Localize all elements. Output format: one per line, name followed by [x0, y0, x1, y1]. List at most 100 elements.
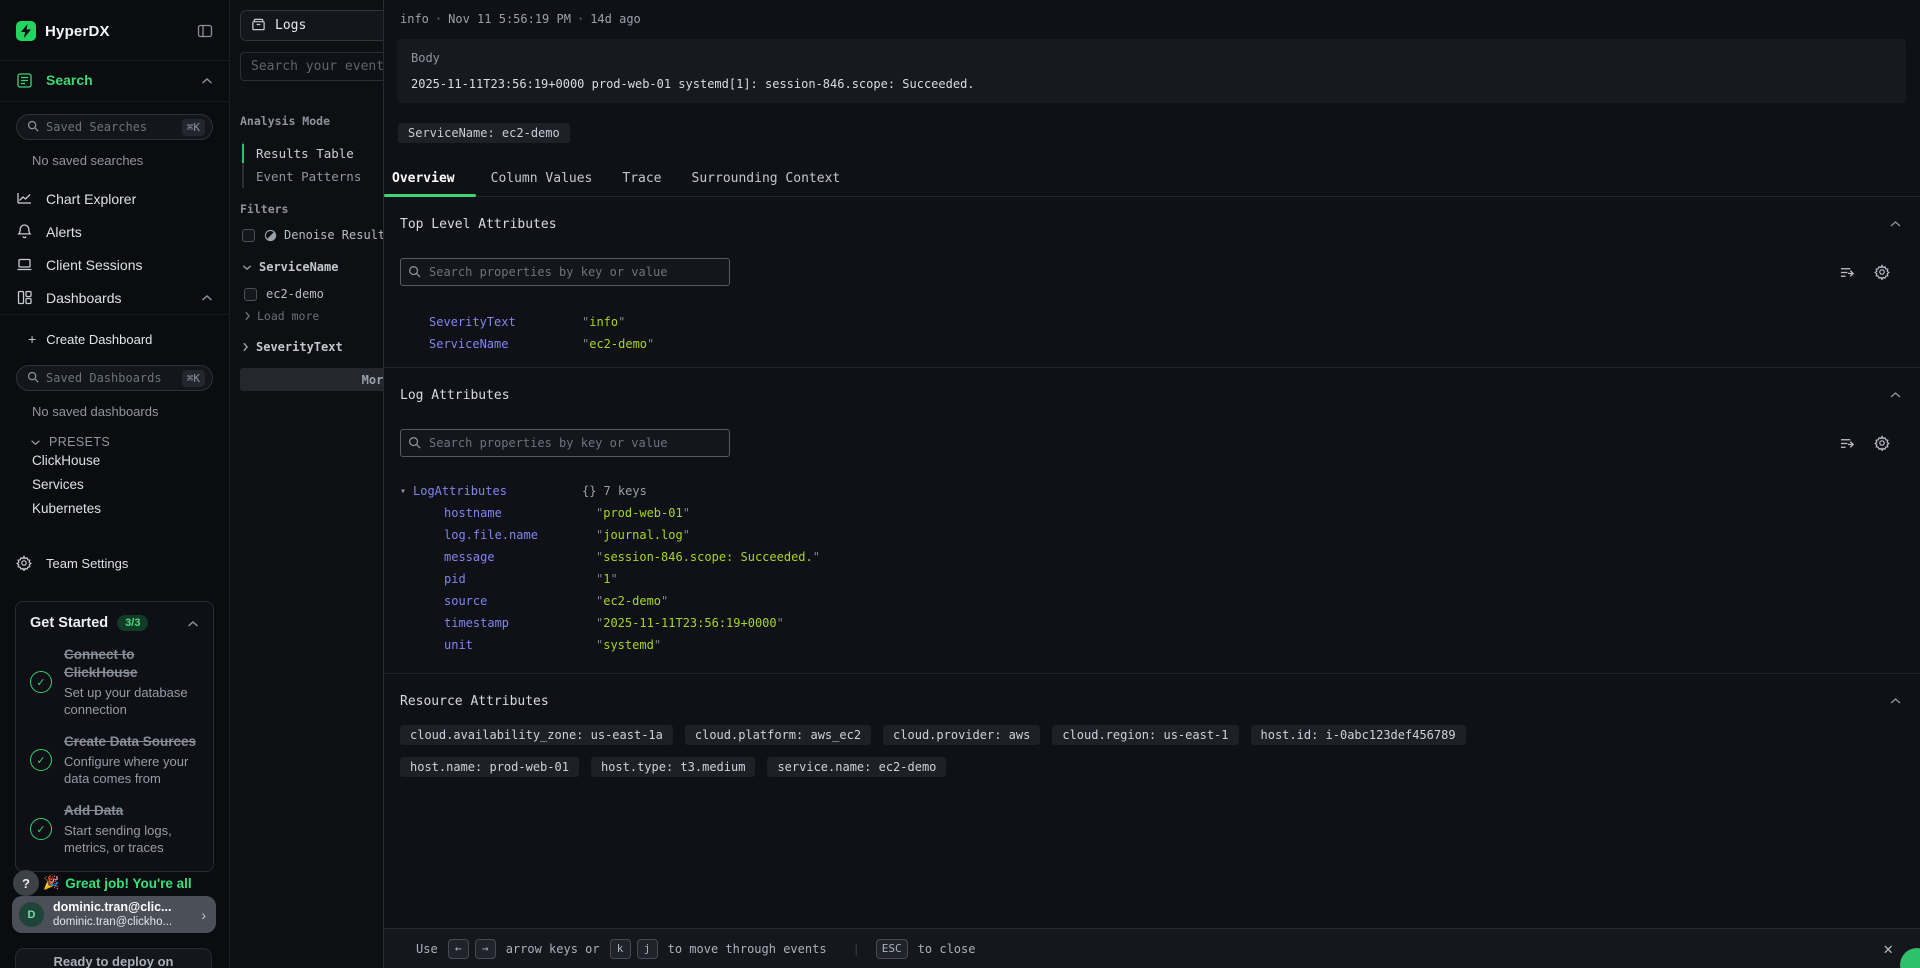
drawer-tabs: Overview Column Values Trace Surrounding…	[384, 163, 1920, 197]
preset-services[interactable]: Services	[0, 473, 229, 497]
sidebar-collapse-icon[interactable]	[197, 23, 213, 39]
gear-icon[interactable]	[1874, 264, 1890, 280]
chevron-up-icon[interactable]	[187, 616, 199, 631]
attribute-key[interactable]: ServiceName	[429, 337, 582, 351]
resource-chip[interactable]: host.id: i-0abc123def456789	[1251, 725, 1466, 745]
properties-search-input[interactable]	[400, 429, 730, 457]
search-icon	[27, 120, 39, 135]
sidebar-nav: Chart Explorer Alerts Client Sessions Da…	[0, 182, 229, 314]
tab-column-values[interactable]: Column Values	[476, 163, 608, 196]
attribute-key[interactable]: unit	[444, 638, 596, 652]
mode-results-table[interactable]: Results Table	[244, 142, 361, 165]
filter-lines-icon[interactable]	[1839, 436, 1856, 451]
mode-event-patterns[interactable]: Event Patterns	[244, 165, 361, 188]
sidebar-item-chart-explorer[interactable]: Chart Explorer	[0, 182, 229, 215]
chevron-up-icon[interactable]	[1889, 388, 1902, 403]
bell-icon	[16, 223, 34, 240]
denoise-filter[interactable]: Denoise Results	[242, 228, 392, 242]
arrow-left-key[interactable]: ←	[448, 939, 469, 959]
footer-divider: |	[853, 942, 860, 956]
get-started-item-title: Add Data	[64, 803, 123, 818]
divider	[384, 673, 1920, 674]
attribute-key[interactable]: SeverityText	[429, 315, 582, 329]
divider	[384, 367, 1920, 368]
get-started-item[interactable]: ✓ Connect to ClickHouse Set up your data…	[30, 646, 199, 718]
k-key[interactable]: k	[610, 939, 631, 959]
section-title: Log Attributes	[400, 388, 510, 403]
load-more-button[interactable]: Load more	[244, 309, 319, 323]
laptop-icon	[16, 256, 34, 273]
attribute-value[interactable]: ec2-demo	[603, 594, 661, 608]
attribute-value[interactable]: prod-web-01	[603, 506, 682, 520]
sidebar-item-dashboards[interactable]: Dashboards	[0, 281, 229, 314]
preset-kubernetes[interactable]: Kubernetes	[0, 497, 229, 521]
keys-count: 7 keys	[603, 484, 646, 498]
attribute-key[interactable]: log.file.name	[444, 528, 596, 542]
resource-chip[interactable]: cloud.region: us-east-1	[1052, 725, 1238, 745]
sidebar-item-client-sessions[interactable]: Client Sessions	[0, 248, 229, 281]
saved-searches-input[interactable]: Saved Searches ⌘K	[16, 114, 213, 140]
no-saved-searches-text: No saved searches	[32, 153, 213, 168]
attribute-value[interactable]: journal.log	[603, 528, 682, 542]
attribute-value[interactable]: systemd	[603, 638, 654, 652]
get-started-item[interactable]: ✓ Create Data Sources Configure where yo…	[30, 733, 199, 787]
resource-chip[interactable]: host.name: prod-web-01	[400, 757, 579, 777]
tab-overview[interactable]: Overview	[384, 163, 476, 196]
servicename-tag[interactable]: ServiceName: ec2-demo	[398, 123, 570, 143]
esc-key[interactable]: ESC	[876, 939, 908, 959]
attribute-key[interactable]: message	[444, 550, 596, 564]
deploy-note[interactable]: Ready to deploy on	[15, 948, 212, 968]
get-started-card: Get Started 3/3 ✓ Connect to ClickHouse …	[15, 601, 214, 872]
filter-value-ec2-demo[interactable]: ec2-demo	[244, 287, 324, 301]
plus-icon: +	[28, 331, 36, 347]
create-dashboard-button[interactable]: + Create Dashboard	[0, 325, 229, 353]
close-icon[interactable]: ✕	[1883, 939, 1893, 958]
denoise-checkbox[interactable]	[242, 229, 255, 242]
chevron-up-icon[interactable]	[1889, 694, 1902, 709]
sidebar-item-alerts[interactable]: Alerts	[0, 215, 229, 248]
tab-surrounding-context[interactable]: Surrounding Context	[677, 163, 856, 196]
filter-lines-icon[interactable]	[1839, 265, 1856, 280]
resource-chip[interactable]: cloud.provider: aws	[883, 725, 1040, 745]
attribute-key[interactable]: pid	[444, 572, 596, 586]
event-details-drawer: info·Nov 11 5:56:19 PM·14d ago Body 2025…	[383, 0, 1920, 968]
chevron-up-icon[interactable]	[1889, 217, 1902, 232]
tree-parent-key[interactable]: LogAttributes	[413, 484, 582, 498]
resource-chip[interactable]: cloud.platform: aws_ec2	[685, 725, 871, 745]
attribute-key[interactable]: source	[444, 594, 596, 608]
avatar: D	[19, 902, 44, 927]
attribute-value[interactable]: session-846.scope: Succeeded.	[603, 550, 813, 564]
user-menu[interactable]: D dominic.tran@clic... dominic.tran@clic…	[12, 896, 216, 933]
properties-search-input[interactable]	[400, 258, 730, 286]
help-button[interactable]: ?	[13, 870, 39, 896]
resource-chip[interactable]: host.type: t3.medium	[591, 757, 756, 777]
resource-chip[interactable]: cloud.availability_zone: us-east-1a	[400, 725, 673, 745]
tab-trace[interactable]: Trace	[607, 163, 676, 196]
presets-toggle[interactable]: PRESETS	[30, 435, 213, 449]
j-key[interactable]: j	[637, 939, 658, 959]
load-more-label: Load more	[257, 309, 319, 323]
chevron-right-icon	[242, 342, 249, 352]
sidebar-item-search[interactable]: Search	[0, 61, 229, 99]
saved-dashboards-input[interactable]: Saved Dashboards ⌘K	[16, 365, 213, 391]
filter-value-label: ec2-demo	[266, 287, 324, 301]
divider	[0, 314, 229, 315]
get-started-item[interactable]: ✓ Add Data Start sending logs, metrics, …	[30, 802, 199, 856]
ec2-demo-checkbox[interactable]	[244, 288, 257, 301]
chevron-right-icon	[244, 311, 251, 321]
caret-down-icon[interactable]: ▾	[400, 486, 413, 497]
denoise-icon	[264, 229, 277, 242]
resource-chip[interactable]: service.name: ec2-demo	[767, 757, 946, 777]
attribute-row: hostname "prod-web-01"	[400, 502, 1904, 524]
attribute-key[interactable]: timestamp	[444, 616, 596, 630]
attribute-value[interactable]: 2025-11-11T23:56:19+0000	[603, 616, 776, 630]
preset-clickhouse[interactable]: ClickHouse	[0, 449, 229, 473]
arrow-right-key[interactable]: →	[475, 939, 496, 959]
severitytext-group-toggle[interactable]: SeverityText	[242, 340, 343, 354]
attribute-value[interactable]: info	[589, 315, 618, 329]
gear-icon[interactable]	[1874, 435, 1890, 451]
sidebar-item-team-settings[interactable]: Team Settings	[0, 547, 229, 579]
attribute-key[interactable]: hostname	[444, 506, 596, 520]
servicename-group-toggle[interactable]: ServiceName	[242, 260, 338, 274]
attribute-value[interactable]: ec2-demo	[589, 337, 647, 351]
